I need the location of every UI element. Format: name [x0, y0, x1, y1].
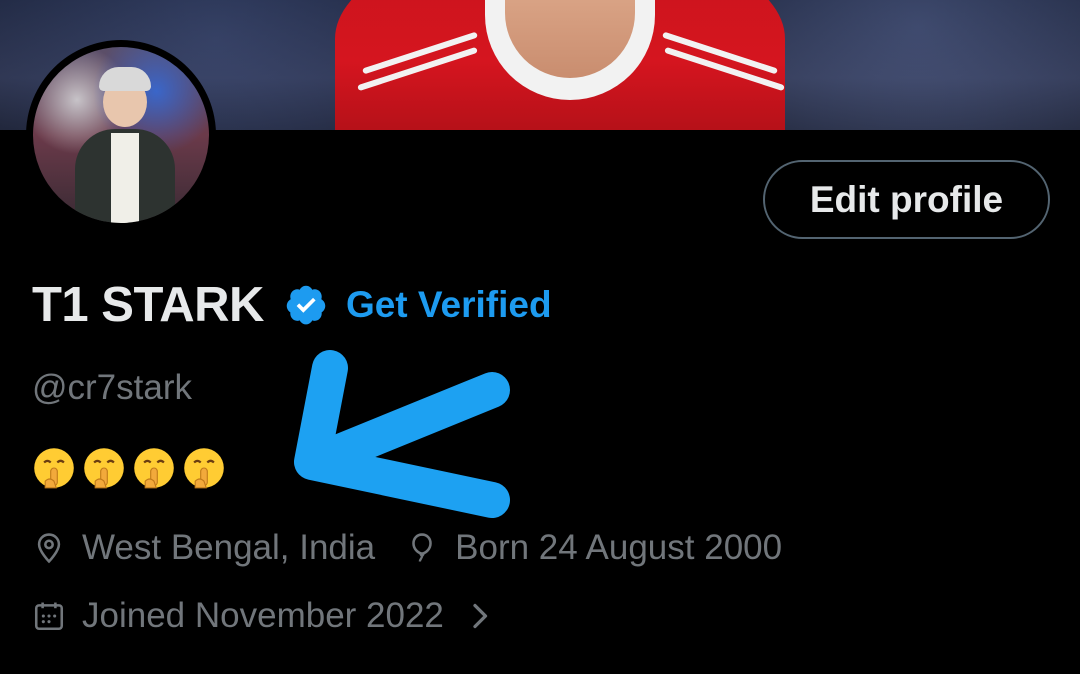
shushing-face-emoji	[84, 448, 124, 489]
get-verified-link[interactable]: Get Verified	[346, 284, 552, 326]
verified-badge-icon[interactable]	[284, 283, 328, 327]
shushing-face-emoji	[134, 448, 174, 489]
avatar-person-cap	[99, 67, 151, 91]
balloon-icon	[412, 533, 432, 562]
edit-profile-button[interactable]: Edit profile	[763, 160, 1050, 239]
shushing-face-emoji	[34, 448, 74, 489]
bio	[32, 446, 226, 490]
shushing-face-emoji	[184, 448, 224, 489]
location-pin-icon	[37, 533, 61, 564]
avatar[interactable]	[26, 40, 216, 230]
birthday-text: Born 24 August 2000	[455, 528, 783, 567]
profile-meta-row: West Bengal, India Born 24 August 2000	[32, 528, 782, 568]
location-text: West Bengal, India	[82, 528, 376, 567]
avatar-person-shirt	[111, 133, 139, 223]
avatar-photo	[33, 47, 209, 223]
joined-row[interactable]: Joined November 2022	[32, 596, 492, 636]
chevron-right-icon[interactable]	[470, 601, 492, 631]
handle: @cr7stark	[32, 368, 192, 407]
joined-text: Joined November 2022	[82, 596, 444, 635]
calendar-icon	[34, 602, 64, 631]
name-row: T1 STARK Get Verified	[32, 272, 552, 338]
display-name: T1 STARK	[32, 278, 264, 332]
